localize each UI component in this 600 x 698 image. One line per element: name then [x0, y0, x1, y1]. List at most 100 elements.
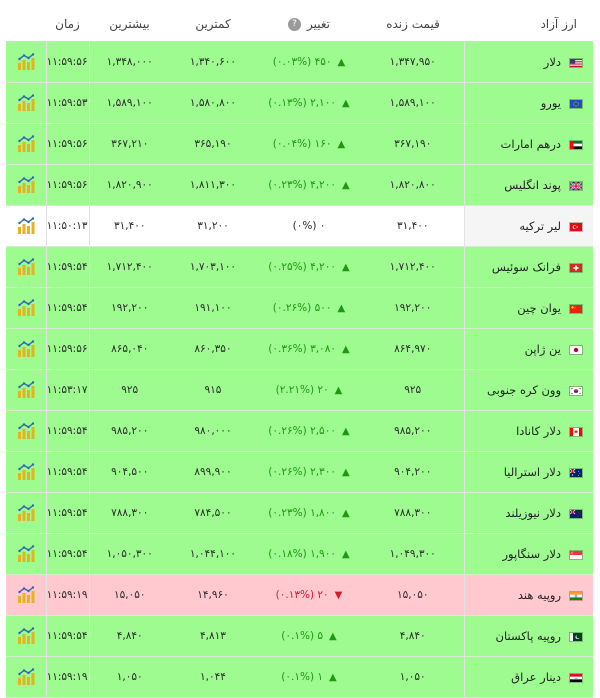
currency-name-cell[interactable]: دلار سنگاپور	[464, 534, 593, 575]
chart-cell[interactable]	[6, 493, 46, 534]
chart-icon[interactable]	[16, 422, 36, 440]
chart-cell[interactable]	[6, 370, 46, 411]
currency-row[interactable]: دلار کانادا۹۸۵,۲۰۰▲۲,۵۰۰ (۰.۲۶%)۹۸۰,۰۰۰۹…	[6, 411, 593, 452]
chart-icon[interactable]	[16, 217, 36, 235]
change-cell: ▲۵۰۰ (۰.۲۶%)	[256, 288, 362, 329]
arrow-up-icon: ▲	[338, 57, 346, 68]
currency-name-cell[interactable]: دلار استرالیا	[464, 452, 593, 493]
chart-icon[interactable]	[16, 94, 36, 112]
chart-icon[interactable]	[16, 299, 36, 317]
chart-icon[interactable]	[16, 258, 36, 276]
arrow-up-icon: ▲	[342, 508, 350, 519]
currency-row[interactable]: وون کره جنوبی۹۲۵▲۲۰ (۲.۲۱%)۹۱۵۹۲۵۱۱:۵۳:۱…	[6, 370, 593, 411]
us-flag-icon	[569, 58, 583, 68]
change-cell: ▲۲۰ (۲.۲۱%)	[256, 370, 362, 411]
currency-name-cell[interactable]: لیر ترکیه	[464, 206, 593, 247]
sg-flag-icon	[569, 550, 583, 560]
chart-icon[interactable]	[16, 463, 36, 481]
currency-row[interactable]: دلار۱,۳۴۷,۹۵۰▲۴۵۰ (۰.۰۳%)۱,۳۴۰,۶۰۰۱,۳۴۸,…	[6, 42, 593, 83]
currency-row[interactable]: درهم امارات۳۶۷,۱۹۰▲۱۶۰ (۰.۰۴%)۳۶۵,۱۹۰۳۶۷…	[6, 124, 593, 165]
currency-row[interactable]: اللهدینار عراق۱,۰۵۰▲۱ (۰.۱%)۱,۰۴۴۱,۰۵۰۱۱…	[6, 657, 593, 698]
change-cell: ▲۲,۵۰۰ (۰.۲۶%)	[256, 411, 362, 452]
chart-icon[interactable]	[16, 545, 36, 563]
header-live-price: قیمت زنده	[362, 6, 464, 42]
chart-icon[interactable]	[16, 586, 36, 604]
max-price: ۳۶۷,۲۱۰	[89, 124, 170, 165]
update-time: ۱۱:۵۳:۱۷	[46, 370, 89, 411]
arrow-up-icon: ▲	[342, 549, 350, 560]
live-price: ۳۶۷,۱۹۰	[362, 124, 464, 165]
currency-table-container: ارز آزاد قیمت زنده تغییر? کمترین بیشترین…	[0, 0, 600, 682]
currency-name-cell[interactable]: وون کره جنوبی	[464, 370, 593, 411]
chart-cell[interactable]	[6, 288, 46, 329]
currency-name-cell[interactable]: یوان چین	[464, 288, 593, 329]
min-price: ۹۸۰,۰۰۰	[170, 411, 256, 452]
chart-cell[interactable]	[6, 247, 46, 288]
question-icon[interactable]: ?	[288, 18, 301, 31]
max-price: ۹۰۴,۵۰۰	[89, 452, 170, 493]
currency-name-cell[interactable]: پوند انگلیس	[464, 165, 593, 206]
max-price: ۳۱,۴۰۰	[89, 206, 170, 247]
currency-name-cell[interactable]: دلار	[464, 42, 593, 83]
chart-icon[interactable]	[16, 504, 36, 522]
max-price: ۱,۳۴۸,۰۰۰	[89, 42, 170, 83]
currency-row[interactable]: دلار سنگاپور۱,۰۴۹,۳۰۰▲۱,۹۰۰ (۰.۱۸%)۱,۰۴۴…	[6, 534, 593, 575]
change-value: ۲۰ (۰.۱۳%)	[276, 589, 329, 601]
currency-name-cell[interactable]: روپیه هند	[464, 575, 593, 616]
currency-name-cell[interactable]: دلار نیوزیلند	[464, 493, 593, 534]
change-value: ۴,۲۰۰ (۰.۲۳%)	[268, 179, 336, 191]
chart-cell[interactable]	[6, 329, 46, 370]
ch-flag-icon	[569, 263, 583, 273]
chart-cell[interactable]	[6, 42, 46, 83]
currency-row[interactable]: روپیه پاکستان۴,۸۴۰▲۵ (۰.۱%)۴,۸۱۳۴,۸۴۰۱۱:…	[6, 616, 593, 657]
currency-name-cell[interactable]: اللهدینار عراق	[464, 657, 593, 698]
chart-icon[interactable]	[16, 627, 36, 645]
currency-name-cell[interactable]: یورو	[464, 83, 593, 124]
change-value: ۱,۸۰۰ (۰.۲۳%)	[268, 507, 336, 519]
chart-icon[interactable]	[16, 668, 36, 686]
currency-row[interactable]: لیر ترکیه۳۱,۴۰۰۰ (۰%)۳۱,۲۰۰۳۱,۴۰۰۱۱:۵۰:۱…	[6, 206, 593, 247]
currency-name: روپیه هند	[518, 588, 561, 602]
chart-icon[interactable]	[16, 176, 36, 194]
currency-name-cell[interactable]: ین ژاپن	[464, 329, 593, 370]
max-price: ۱,۸۲۰,۹۰۰	[89, 165, 170, 206]
chart-cell[interactable]	[6, 616, 46, 657]
currency-name-cell[interactable]: فرانک سوئیس	[464, 247, 593, 288]
currency-row[interactable]: ین ژاپن۸۶۴,۹۷۰▲۳,۰۸۰ (۰.۳۶%)۸۶۰,۳۵۰۸۶۵,۰…	[6, 329, 593, 370]
live-price: ۱,۰۴۹,۳۰۰	[362, 534, 464, 575]
chart-cell[interactable]	[6, 452, 46, 493]
header-time: زمان	[46, 6, 89, 42]
chart-icon[interactable]	[16, 135, 36, 153]
chart-icon[interactable]	[16, 340, 36, 358]
chart-cell[interactable]	[6, 534, 46, 575]
update-time: ۱۱:۵۹:۱۹	[46, 575, 89, 616]
live-price: ۱,۳۴۷,۹۵۰	[362, 42, 464, 83]
currency-row[interactable]: یورو۱,۵۸۹,۱۰۰▲۲,۱۰۰ (۰.۱۳%)۱,۵۸۰,۸۰۰۱,۵۸…	[6, 83, 593, 124]
min-price: ۱,۷۰۳,۱۰۰	[170, 247, 256, 288]
currency-name: وون کره جنوبی	[487, 383, 561, 397]
chart-cell[interactable]	[6, 124, 46, 165]
currency-table: ارز آزاد قیمت زنده تغییر? کمترین بیشترین…	[6, 6, 593, 698]
max-price: ۷۸۸,۳۰۰	[89, 493, 170, 534]
chart-cell[interactable]	[6, 411, 46, 452]
currency-row[interactable]: روپیه هند۱۵,۰۵۰▼۲۰ (۰.۱۳%)۱۴,۹۶۰۱۵,۰۵۰۱۱…	[6, 575, 593, 616]
currency-name-cell[interactable]: روپیه پاکستان	[464, 616, 593, 657]
chart-cell[interactable]	[6, 83, 46, 124]
update-time: ۱۱:۵۹:۵۴	[46, 452, 89, 493]
chart-cell[interactable]	[6, 206, 46, 247]
currency-name-cell[interactable]: درهم امارات	[464, 124, 593, 165]
change-value: ۱ (۰.۱%)	[281, 671, 323, 683]
chart-cell[interactable]	[6, 657, 46, 698]
currency-row[interactable]: پوند انگلیس۱,۸۲۰,۸۰۰▲۴,۲۰۰ (۰.۲۳%)۱,۸۱۱,…	[6, 165, 593, 206]
currency-row[interactable]: دلار نیوزیلند۷۸۸,۳۰۰▲۱,۸۰۰ (۰.۲۳%)۷۸۴,۵۰…	[6, 493, 593, 534]
currency-row[interactable]: دلار استرالیا۹۰۴,۲۰۰▲۲,۳۰۰ (۰.۲۶%)۸۹۹,۹۰…	[6, 452, 593, 493]
chart-cell[interactable]	[6, 575, 46, 616]
live-price: ۷۸۸,۳۰۰	[362, 493, 464, 534]
currency-row[interactable]: یوان چین۱۹۲,۲۰۰▲۵۰۰ (۰.۲۶%)۱۹۱,۱۰۰۱۹۲,۲۰…	[6, 288, 593, 329]
chart-icon[interactable]	[16, 53, 36, 71]
currency-row[interactable]: فرانک سوئیس۱,۷۱۲,۴۰۰▲۴,۲۰۰ (۰.۲۵%)۱,۷۰۳,…	[6, 247, 593, 288]
chart-cell[interactable]	[6, 165, 46, 206]
arrow-up-icon: ▲	[342, 467, 350, 478]
chart-icon[interactable]	[16, 381, 36, 399]
currency-name-cell[interactable]: دلار کانادا	[464, 411, 593, 452]
